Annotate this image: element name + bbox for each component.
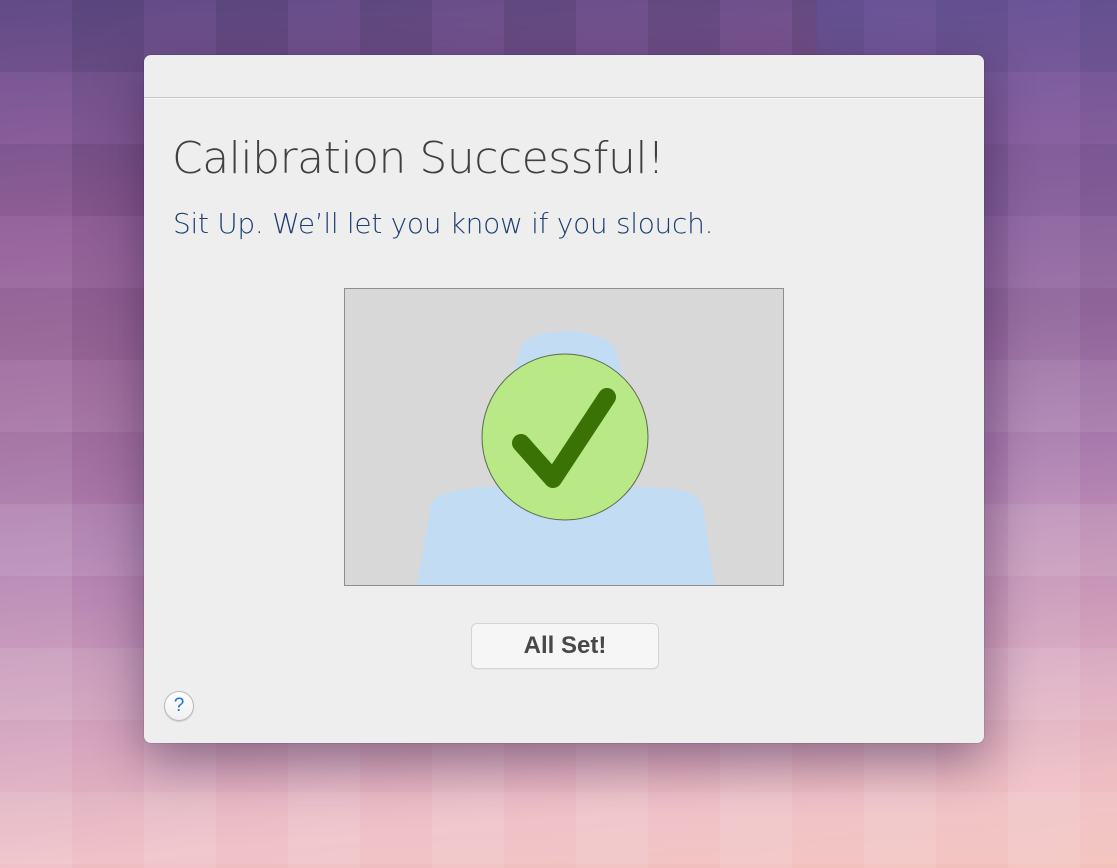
desktop-background: Calibration Successful! Sit Up. We’ll le… (0, 0, 1117, 868)
dialog-subtitle: Sit Up. We’ll let you know if you slouch… (173, 207, 714, 240)
dialog-title: Calibration Successful! (172, 133, 665, 184)
check-circle-icon (481, 353, 649, 521)
calibration-dialog: Calibration Successful! Sit Up. We’ll le… (144, 55, 984, 743)
camera-preview (344, 288, 784, 586)
calibration-illustration (417, 331, 715, 585)
help-button[interactable]: ? (164, 691, 194, 721)
all-set-button[interactable]: All Set! (471, 623, 659, 669)
dialog-titlebar[interactable] (144, 55, 984, 98)
